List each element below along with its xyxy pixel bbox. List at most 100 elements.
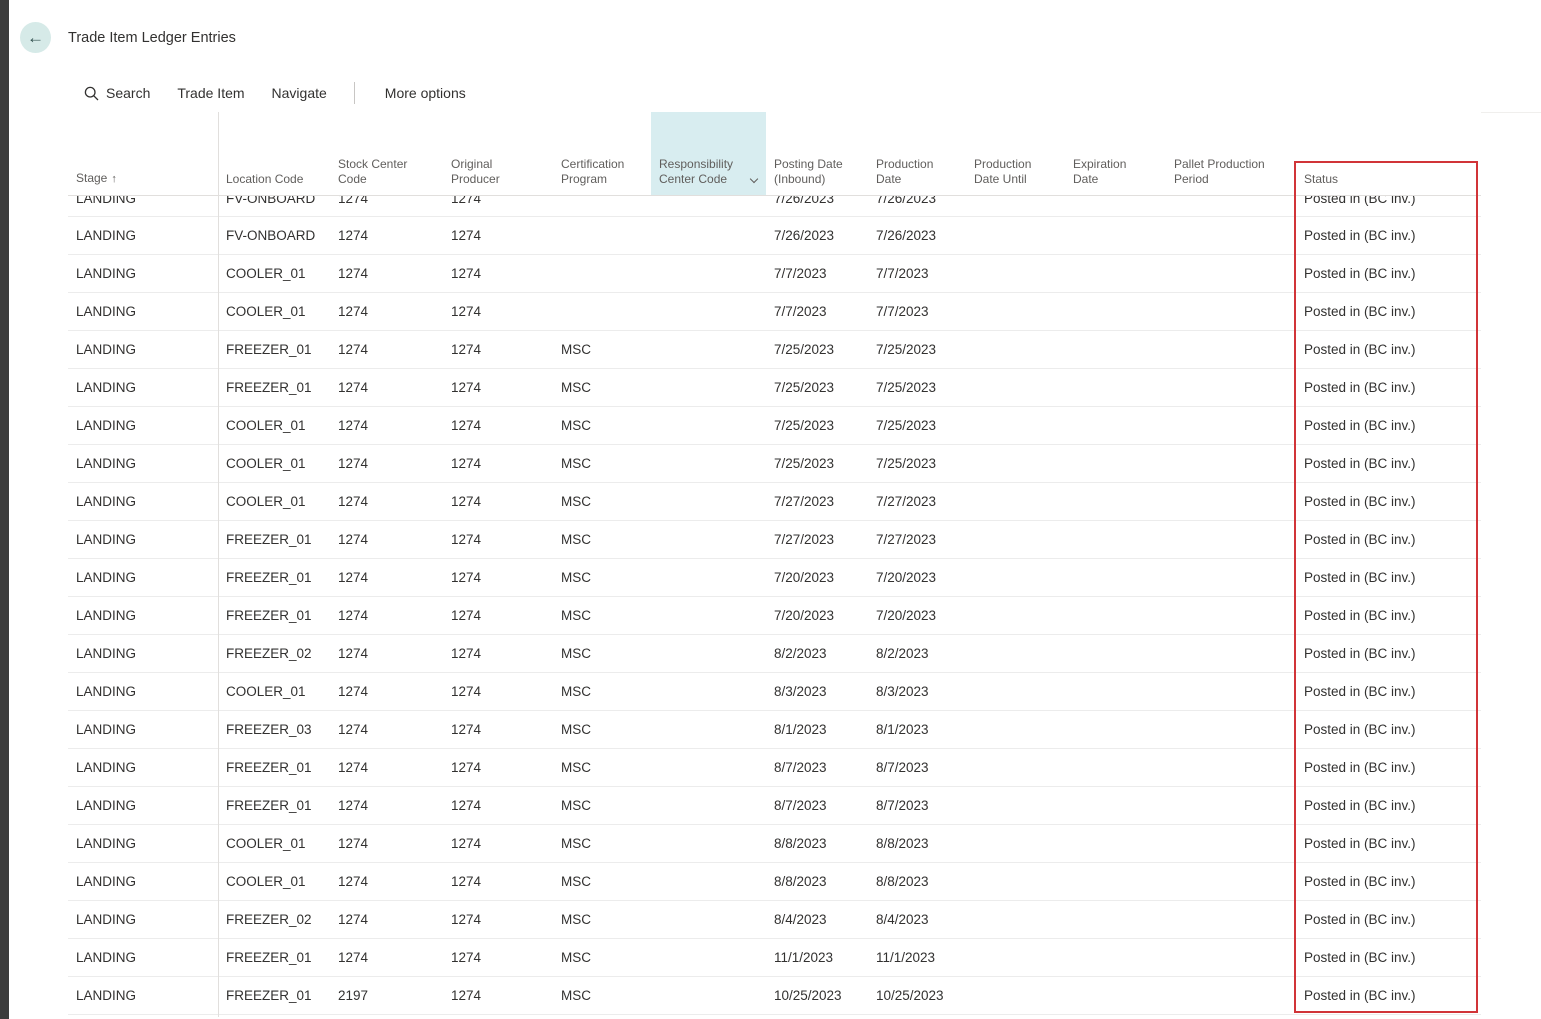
cell-expiration[interactable] [1065,521,1166,558]
cell-expiration[interactable] [1065,825,1166,862]
cell-original[interactable]: 1274 [443,196,553,217]
cell-original[interactable]: 1274 [443,635,553,672]
cell-stage[interactable]: LANDING [68,217,218,254]
cell-original[interactable]: 1274 [443,673,553,710]
cell-stock[interactable]: 1274 [330,635,443,672]
cell-status[interactable]: Posted in (BC inv.) [1296,749,1481,786]
cell-production_until[interactable] [966,331,1065,368]
cell-stock[interactable]: 1274 [330,196,443,217]
cell-stock[interactable]: 1274 [330,939,443,976]
cell-stage[interactable]: LANDING [68,255,218,292]
cell-status[interactable]: Posted in (BC inv.) [1296,977,1481,1014]
cell-pallet[interactable] [1166,445,1296,482]
cell-responsibility[interactable] [651,445,766,482]
search-button[interactable]: Search [84,85,150,101]
cell-pallet[interactable] [1166,293,1296,330]
cell-production[interactable]: 7/20/2023 [868,597,966,634]
cell-posting[interactable]: 7/25/2023 [766,369,868,406]
cell-posting[interactable]: 7/27/2023 [766,483,868,520]
cell-production[interactable]: 7/26/2023 [868,196,966,217]
cell-original[interactable]: 1274 [443,255,553,292]
cell-stock[interactable]: 1274 [330,673,443,710]
cell-location[interactable]: FREEZER_02 [218,635,330,672]
cell-expiration[interactable] [1065,369,1166,406]
table-row[interactable]: LANDINGFREEZER_0112741274MSC7/20/20237/2… [68,559,1481,597]
cell-pallet[interactable] [1166,673,1296,710]
cell-pallet[interactable] [1166,901,1296,938]
menu-trade-item[interactable]: Trade Item [177,85,244,101]
cell-production_until[interactable] [966,825,1065,862]
table-row[interactable]: LANDINGCOOLER_01127412747/7/20237/7/2023… [68,255,1481,293]
cell-certification[interactable]: MSC [553,939,651,976]
table-row[interactable]: LANDINGCOOLER_01127412747/7/20237/7/2023… [68,293,1481,331]
cell-production_until[interactable] [966,673,1065,710]
cell-posting[interactable]: 8/8/2023 [766,825,868,862]
cell-certification[interactable]: MSC [553,521,651,558]
cell-pallet[interactable] [1166,331,1296,368]
cell-posting[interactable]: 8/1/2023 [766,711,868,748]
cell-location[interactable]: FREEZER_01 [218,939,330,976]
cell-status[interactable]: Posted in (BC inv.) [1296,407,1481,444]
cell-stock[interactable]: 1274 [330,787,443,824]
cell-expiration[interactable] [1065,293,1166,330]
cell-status[interactable]: Posted in (BC inv.) [1296,483,1481,520]
cell-expiration[interactable] [1065,196,1166,217]
cell-responsibility[interactable] [651,977,766,1014]
cell-pallet[interactable] [1166,196,1296,217]
cell-expiration[interactable] [1065,711,1166,748]
table-row[interactable]: LANDINGFREEZER_0312741274MSC8/1/20238/1/… [68,711,1481,749]
cell-pallet[interactable] [1166,635,1296,672]
column-header-responsibility[interactable]: ResponsibilityCenter Code [651,112,766,195]
cell-stage[interactable]: LANDING [68,711,218,748]
cell-status[interactable]: Posted in (BC inv.) [1296,635,1481,672]
cell-posting[interactable]: 8/7/2023 [766,749,868,786]
cell-responsibility[interactable] [651,483,766,520]
cell-expiration[interactable] [1065,939,1166,976]
cell-stock[interactable]: 1274 [330,293,443,330]
cell-location[interactable]: FREEZER_01 [218,331,330,368]
cell-posting[interactable]: 7/25/2023 [766,445,868,482]
cell-responsibility[interactable] [651,673,766,710]
cell-certification[interactable]: MSC [553,863,651,900]
cell-production[interactable]: 7/7/2023 [868,293,966,330]
cell-location[interactable]: FREEZER_01 [218,521,330,558]
cell-production[interactable]: 7/25/2023 [868,369,966,406]
cell-original[interactable]: 1274 [443,293,553,330]
cell-production_until[interactable] [966,559,1065,596]
cell-certification[interactable]: MSC [553,977,651,1014]
column-header-expiration[interactable]: ExpirationDate [1065,112,1166,195]
cell-certification[interactable] [553,293,651,330]
cell-production[interactable]: 11/1/2023 [868,939,966,976]
cell-posting[interactable]: 8/4/2023 [766,901,868,938]
cell-status[interactable]: Posted in (BC inv.) [1296,293,1481,330]
table-row[interactable]: LANDINGFREEZER_0112741274MSC11/1/202311/… [68,939,1481,977]
cell-responsibility[interactable] [651,787,766,824]
cell-location[interactable]: COOLER_01 [218,445,330,482]
cell-original[interactable]: 1274 [443,825,553,862]
cell-posting[interactable]: 7/20/2023 [766,597,868,634]
cell-pallet[interactable] [1166,977,1296,1014]
cell-original[interactable]: 1274 [443,711,553,748]
cell-location[interactable]: COOLER_01 [218,825,330,862]
cell-location[interactable]: FREEZER_01 [218,559,330,596]
cell-production_until[interactable] [966,749,1065,786]
cell-stage[interactable]: LANDING [68,901,218,938]
table-row[interactable]: LANDINGFV-ONBOARD127412747/26/20237/26/2… [68,217,1481,255]
cell-status[interactable]: Posted in (BC inv.) [1296,217,1481,254]
cell-location[interactable]: FREEZER_01 [218,787,330,824]
cell-location[interactable]: COOLER_01 [218,407,330,444]
cell-expiration[interactable] [1065,559,1166,596]
cell-status[interactable]: Posted in (BC inv.) [1296,825,1481,862]
cell-pallet[interactable] [1166,825,1296,862]
cell-responsibility[interactable] [651,369,766,406]
cell-stage[interactable]: LANDING [68,863,218,900]
cell-certification[interactable] [553,196,651,217]
table-row[interactable]: LANDINGFREEZER_0121971274MSC10/25/202310… [68,977,1481,1015]
cell-production[interactable]: 8/8/2023 [868,825,966,862]
cell-posting[interactable]: 8/2/2023 [766,635,868,672]
table-row[interactable]: LANDINGFREEZER_0212741274MSC8/2/20238/2/… [68,635,1481,673]
cell-posting[interactable]: 7/26/2023 [766,196,868,217]
cell-production[interactable]: 7/7/2023 [868,255,966,292]
cell-stage[interactable]: LANDING [68,559,218,596]
cell-responsibility[interactable] [651,597,766,634]
